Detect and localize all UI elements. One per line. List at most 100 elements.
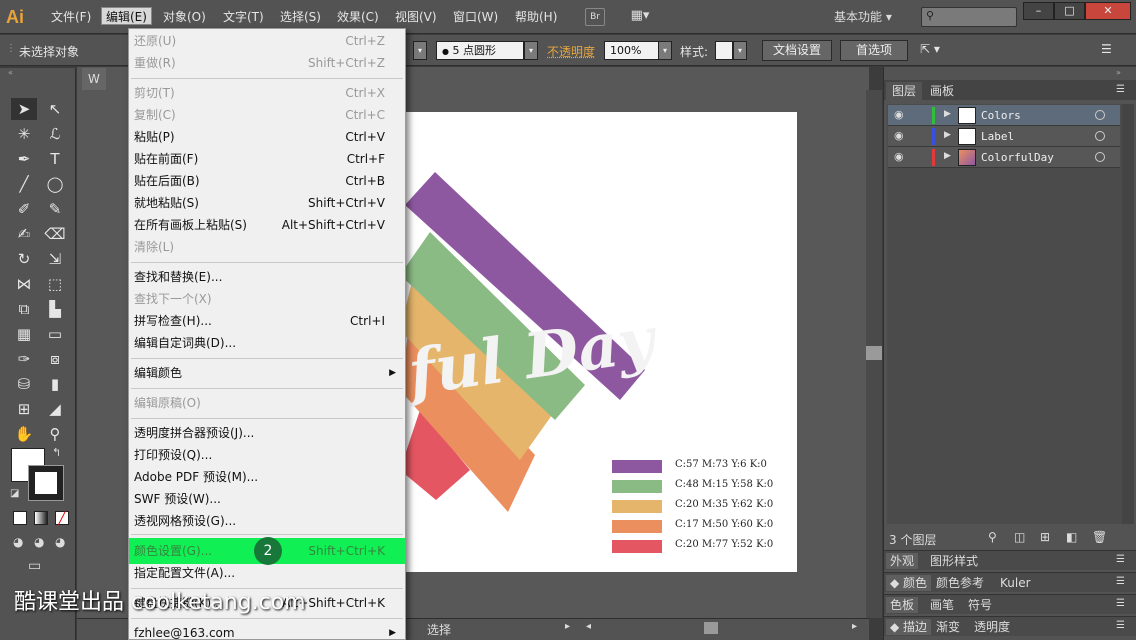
style-swatch[interactable] [715,41,733,60]
preferences-button[interactable]: 首选项 [840,40,908,61]
direct-selection-tool-icon[interactable]: ↖ [42,98,68,120]
menu-item-find-replace[interactable]: 查找和替换(E)... [129,266,405,288]
menu-item-paste[interactable]: 粘贴(P) Ctrl+V [129,126,405,148]
menu-view[interactable]: 视图(V) [391,8,441,26]
document-setup-button[interactable]: 文档设置 [762,40,832,61]
none-mode-icon[interactable]: ╱ [55,511,69,525]
visibility-eye-icon[interactable]: ◉ [894,129,904,142]
ellipse-tool-icon[interactable]: ◯ [42,173,68,195]
swap-fill-stroke-icon[interactable]: ↰ [52,446,61,459]
menu-item-cut[interactable]: 剪切(T) Ctrl+X [129,82,405,104]
menu-item-print-presets[interactable]: 打印预设(Q)... [129,444,405,466]
status-arrow-icon[interactable]: ▸ [565,621,570,632]
menu-item-swf-presets[interactable]: SWF 预设(W)... [129,488,405,510]
close-button[interactable]: ✕ [1085,2,1131,20]
color-mode-icon[interactable] [13,511,27,525]
draw-behind-icon[interactable]: ◕ [34,535,44,549]
dock-collapse-icon[interactable]: » [1116,68,1121,77]
shape-builder-tool-icon[interactable]: ⧉ [11,298,37,320]
menu-item-edit-custom-dictionary[interactable]: 编辑自定词典(D)... [129,332,405,354]
menu-item-copy[interactable]: 复制(C) Ctrl+C [129,104,405,126]
maximize-button[interactable]: □ [1054,2,1085,20]
perspective-grid-tool-icon[interactable]: ▙ [42,298,68,320]
bridge-button[interactable]: Br [585,8,605,26]
tab-brushes[interactable]: 画笔 [926,597,958,613]
gradient-tool-icon[interactable]: ▭ [42,323,68,345]
opacity-dropdown[interactable]: ▾ [658,41,672,60]
visibility-eye-icon[interactable]: ◉ [894,150,904,163]
tab-stroke[interactable]: ◆ 描边 [886,619,932,635]
delete-layer-icon[interactable]: 🗑 [1092,530,1107,544]
menu-window[interactable]: 窗口(W) [449,8,502,26]
menu-edit[interactable]: 编辑(E) [101,7,152,25]
new-sublayer-icon[interactable]: ⊞ [1040,530,1050,544]
new-layer-icon[interactable]: ◧ [1066,530,1077,544]
selection-tool-icon[interactable]: ➤ [11,98,37,120]
blend-tool-icon[interactable]: ⧇ [42,348,68,370]
draw-inside-icon[interactable]: ◕ [55,535,65,549]
minimize-button[interactable]: – [1023,2,1054,20]
tab-color-guide[interactable]: 颜色参考 [932,575,988,591]
artboard[interactable]: ful Day C:57 M:73 Y:6 K:0 C:48 M:15 Y:58… [403,112,797,572]
tab-color[interactable]: ◆ 颜色 [886,575,932,591]
tab-transparency[interactable]: 透明度 [970,619,1014,635]
default-fill-stroke-icon[interactable]: ◪ [10,488,19,499]
menu-object[interactable]: 对象(O) [159,8,210,26]
menu-item-paste-in-back[interactable]: 贴在后面(B) Ctrl+B [129,170,405,192]
brush-dropdown[interactable]: ▾ [524,41,538,60]
scale-tool-icon[interactable]: ⇲ [42,248,68,270]
layer-target-icon[interactable] [1095,152,1105,162]
tab-layers[interactable]: 图层 [886,82,923,100]
tab-symbols[interactable]: 符号 [964,597,996,613]
panel-menu-icon[interactable]: ☰ [1101,42,1112,56]
menu-item-transparency-flattener-presets[interactable]: 透明度拼合器预设(J)... [129,422,405,444]
tab-appearance[interactable]: 外观 [886,553,919,569]
line-tool-icon[interactable]: ╱ [11,173,37,195]
pencil-tool-icon[interactable]: ✎ [42,198,68,220]
tools-collapse-icon[interactable]: « [8,68,13,77]
layer-row-colorfulday[interactable]: ◉ ▶ ColorfulDay [888,147,1120,168]
lasso-tool-icon[interactable]: ℒ [42,123,68,145]
expand-triangle-icon[interactable]: ▶ [944,151,951,161]
width-tool-icon[interactable]: ⋈ [11,273,37,295]
panel-menu-icon[interactable]: ☰ [1116,554,1125,565]
locate-object-icon[interactable]: ⚲ [988,530,997,544]
menu-item-clear[interactable]: 清除(L) [129,236,405,258]
expand-triangle-icon[interactable]: ▶ [944,130,951,140]
menu-item-account[interactable]: fzhlee@163.com ▶ [129,622,405,640]
arrange-documents-icon[interactable]: ▦▾ [625,8,655,26]
tab-kuler[interactable]: Kuler [996,575,1035,591]
grip-handle[interactable]: ⋮ [6,43,16,54]
magic-wand-tool-icon[interactable]: ✳ [11,123,37,145]
menu-item-edit-colors[interactable]: 编辑颜色 ▶ [129,362,405,384]
status-tool[interactable]: 选择 [427,621,451,638]
help-search-input[interactable]: ⚲ [921,7,1017,27]
type-tool-icon[interactable]: T [42,148,68,170]
panel-menu-icon[interactable]: ☰ [1116,598,1125,609]
menu-item-redo[interactable]: 重做(R) Shift+Ctrl+Z [129,52,405,74]
column-graph-tool-icon[interactable]: ▮ [42,373,68,395]
tab-graphic-styles[interactable]: 图形样式 [926,553,982,569]
expand-triangle-icon[interactable]: ▶ [944,109,951,119]
layer-target-icon[interactable] [1095,131,1105,141]
opacity-label[interactable]: 不透明度 [547,43,595,60]
scroll-left-icon[interactable]: ◂ [586,621,591,632]
eyedropper-tool-icon[interactable]: ✑ [11,348,37,370]
draw-normal-icon[interactable]: ◕ [13,535,23,549]
menu-item-edit-original[interactable]: 编辑原稿(O) [129,392,405,414]
layer-name[interactable]: ColorfulDay [981,151,1054,164]
zoom-tool-icon[interactable]: ⚲ [42,423,68,445]
menu-item-assign-profile[interactable]: 指定配置文件(A)... [129,562,405,584]
slice-tool-icon[interactable]: ◢ [42,398,68,420]
menu-file[interactable]: 文件(F) [47,8,95,26]
menu-item-paste-in-place[interactable]: 就地粘贴(S) Shift+Ctrl+V [129,192,405,214]
menu-item-perspective-grid-presets[interactable]: 透视网格预设(G)... [129,510,405,532]
layers-menu-icon[interactable]: ☰ [1116,84,1125,95]
isolate-icon[interactable]: ⇱ ▾ [920,42,940,56]
menu-item-check-spelling[interactable]: 拼写检查(H)... Ctrl+I [129,310,405,332]
layer-name[interactable]: Colors [981,109,1021,122]
menu-item-paste-in-front[interactable]: 贴在前面(F) Ctrl+F [129,148,405,170]
vertical-scroll-thumb[interactable] [866,346,882,360]
mesh-tool-icon[interactable]: ▦ [11,323,37,345]
symbol-sprayer-tool-icon[interactable]: ⛁ [11,373,37,395]
